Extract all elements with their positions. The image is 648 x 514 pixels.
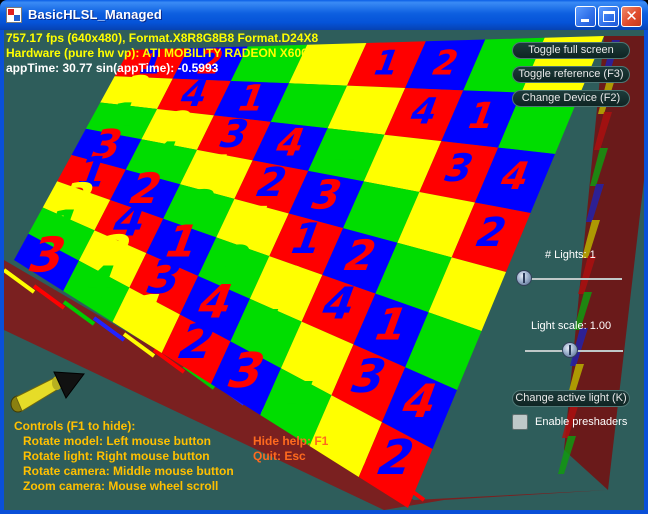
close-icon: ✕ — [625, 7, 638, 25]
help-line-rotate-light: Rotate light: Right mouse button — [23, 449, 210, 463]
toggle-reference-button[interactable]: Toggle reference (F3) — [512, 66, 630, 83]
window-frame-right — [644, 30, 648, 514]
help-line-zoom-camera: Zoom camera: Mouse wheel scroll — [23, 479, 219, 493]
app-icon[interactable] — [6, 7, 22, 23]
window-frame-bottom — [0, 510, 648, 514]
quit-hint: Quit: Esc — [253, 449, 306, 463]
lights-slider-thumb[interactable] — [516, 270, 532, 286]
enable-preshaders-label: Enable preshaders — [535, 416, 628, 428]
change-device-button[interactable]: Change Device (F2) — [512, 90, 630, 107]
hide-help-hint: Hide help: F1 — [253, 434, 329, 448]
window-title: BasicHLSL_Managed — [28, 7, 162, 22]
lights-count-label: # Lights: 1 — [545, 249, 596, 261]
light-direction-arrow-icon — [10, 371, 85, 413]
render-viewport[interactable]: 1234123434123412123412343412341212341234… — [4, 30, 644, 510]
help-line-rotate-camera: Rotate camera: Middle mouse button — [23, 464, 234, 478]
help-title: Controls (F1 to hide): — [14, 419, 136, 433]
device-stats: Hardware (pure hw vp): ATI MOBILITY RADE… — [6, 46, 308, 60]
lights-slider-track[interactable] — [524, 278, 622, 280]
light-scale-slider-thumb[interactable] — [562, 342, 578, 358]
app-time-stats: appTime: 30.77 sin(appTime): -0.5993 — [6, 61, 219, 75]
help-line-rotate-model: Rotate model: Left mouse button — [23, 434, 211, 448]
maximize-icon — [603, 11, 615, 22]
change-active-light-button[interactable]: Change active light (K) — [512, 390, 630, 407]
minimize-button[interactable] — [575, 6, 596, 27]
minimize-icon — [581, 19, 589, 22]
enable-preshaders-checkbox[interactable] — [512, 414, 528, 430]
maximize-button[interactable] — [598, 6, 619, 27]
title-bar[interactable]: BasicHLSL_Managed ✕ — [0, 0, 648, 30]
close-button[interactable]: ✕ — [621, 6, 642, 27]
fps-stats: 757.17 fps (640x480), Format.X8R8G8B8 Fo… — [6, 31, 319, 45]
toggle-full-screen-button[interactable]: Toggle full screen — [512, 42, 630, 59]
light-scale-label: Light scale: 1.00 — [531, 320, 612, 332]
